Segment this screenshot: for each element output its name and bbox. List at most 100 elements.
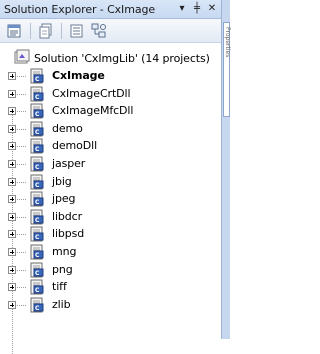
- project-label: demoDll: [52, 139, 98, 153]
- cpp-project-icon: C: [29, 297, 45, 313]
- expand-collapse-button[interactable]: [8, 300, 16, 309]
- project-node[interactable]: Cjasper: [0, 156, 220, 173]
- cpp-project-icon: C: [29, 103, 45, 119]
- cpp-project-icon: C: [29, 262, 45, 278]
- project-node[interactable]: Czlib: [0, 297, 220, 314]
- window-title: Solution Explorer - CxImage: [4, 2, 156, 16]
- properties-icon[interactable]: [6, 22, 24, 40]
- expand-collapse-button[interactable]: [8, 212, 16, 221]
- toolbar-separator: [30, 22, 31, 39]
- project-node[interactable]: C CxImageCrtDll: [0, 86, 220, 103]
- project-node[interactable]: Cjpeg: [0, 191, 220, 208]
- tree-connector: [17, 76, 26, 77]
- cpp-project-icon: C: [29, 191, 45, 207]
- side-tab-properties[interactable]: Properties: [223, 22, 231, 117]
- svg-text:C: C: [35, 182, 40, 189]
- svg-text:C: C: [35, 217, 40, 224]
- svg-text:C: C: [35, 305, 40, 312]
- project-label: libdcr: [52, 209, 83, 223]
- show-all-files-icon[interactable]: [37, 22, 55, 40]
- auto-hide-pin-button[interactable]: ╪: [191, 3, 203, 15]
- solution-root-label: Solution 'CxImgLib' (14 projects): [34, 52, 210, 65]
- project-node[interactable]: Ctiff: [0, 279, 220, 296]
- project-label: jpeg: [52, 192, 76, 206]
- tree-connector: [17, 146, 26, 148]
- svg-text:C: C: [35, 94, 40, 101]
- expand-collapse-button[interactable]: [8, 142, 16, 151]
- project-label: mng: [52, 245, 77, 258]
- expand-collapse-button[interactable]: [8, 195, 16, 204]
- expand-collapse-button[interactable]: [8, 230, 16, 239]
- tree-connector: [17, 287, 26, 289]
- project-node[interactable]: Cpng: [0, 262, 220, 279]
- svg-text:C: C: [35, 199, 40, 206]
- project-label: jbig: [52, 174, 72, 188]
- cpp-project-icon: C: [29, 156, 45, 172]
- tree-connector: [17, 216, 26, 218]
- expand-collapse-button[interactable]: [8, 265, 16, 274]
- tree-connector: [17, 199, 26, 201]
- svg-text:C: C: [35, 287, 40, 294]
- cpp-project-icon: C: [29, 244, 45, 260]
- tree-connector: [17, 93, 26, 95]
- project-label: CxImageCrtDll: [52, 86, 131, 100]
- project-node[interactable]: Cmng: [0, 244, 220, 261]
- project-label: CxImageMfcDll: [52, 104, 134, 118]
- expand-collapse-button[interactable]: [8, 160, 16, 168]
- expand-collapse-button[interactable]: [8, 72, 16, 80]
- cpp-project-icon: C: [29, 174, 45, 190]
- expand-collapse-button[interactable]: [8, 89, 16, 98]
- project-label: CxImage: [52, 69, 105, 82]
- title-bar[interactable]: Solution Explorer - CxImage ▾ ╪ ✕: [0, 0, 221, 19]
- window-position-dropdown-button[interactable]: ▾: [176, 3, 188, 15]
- expand-collapse-button[interactable]: [8, 124, 16, 133]
- tree-connector: [17, 304, 26, 306]
- cpp-project-icon: C: [29, 68, 45, 84]
- project-label: tiff: [52, 280, 67, 294]
- svg-text:C: C: [35, 164, 40, 171]
- expand-collapse-button[interactable]: [8, 283, 16, 292]
- tree-connector: [17, 128, 26, 130]
- solution-icon: [14, 49, 30, 68]
- expand-collapse-button[interactable]: [8, 248, 16, 256]
- project-label: libpsd: [52, 227, 85, 241]
- refresh-icon[interactable]: [68, 22, 86, 40]
- tree-connector: [17, 111, 26, 113]
- svg-text:C: C: [35, 234, 40, 241]
- project-node[interactable]: Cdemo: [0, 121, 220, 138]
- project-node[interactable]: C CxImageMfcDll: [0, 103, 220, 120]
- svg-text:C: C: [35, 129, 40, 136]
- tree-connector: [17, 269, 26, 271]
- close-button[interactable]: ✕: [206, 3, 218, 15]
- side-tab-label: Properties: [224, 27, 231, 58]
- project-node[interactable]: CdemoDll: [0, 138, 220, 155]
- project-label: demo: [52, 121, 83, 135]
- title-buttons: ▾ ╪ ✕: [176, 3, 218, 15]
- cpp-project-icon: C: [29, 86, 45, 102]
- svg-text:C: C: [35, 111, 40, 118]
- project-label: jasper: [52, 157, 86, 170]
- project-label: png: [52, 262, 73, 276]
- tree-connector: [17, 252, 26, 253]
- project-node[interactable]: C CxImage: [0, 68, 220, 85]
- expand-collapse-button[interactable]: [8, 177, 16, 186]
- project-node[interactable]: Cjbig: [0, 174, 220, 191]
- cpp-project-icon: C: [29, 279, 45, 295]
- solution-root-node[interactable]: Solution 'CxImgLib' (14 projects): [14, 49, 210, 68]
- project-label: zlib: [52, 297, 71, 311]
- cpp-project-icon: C: [29, 138, 45, 154]
- toolbar: [0, 19, 221, 43]
- expand-collapse-button[interactable]: [8, 107, 16, 116]
- toolbar-separator: [61, 22, 62, 39]
- cpp-project-icon: C: [29, 209, 45, 225]
- svg-text:C: C: [35, 146, 40, 153]
- solution-explorer-panel: Solution Explorer - CxImage ▾ ╪ ✕ Soluti…: [0, 0, 231, 354]
- project-node[interactable]: Clibdcr: [0, 209, 220, 226]
- project-node[interactable]: Clibpsd: [0, 226, 220, 243]
- cpp-project-icon: C: [29, 226, 45, 242]
- cpp-project-icon: C: [29, 121, 45, 137]
- view-class-diagram-icon[interactable]: [90, 22, 108, 40]
- svg-text:C: C: [35, 270, 40, 277]
- tree-connector: [17, 164, 26, 165]
- svg-text:C: C: [35, 252, 40, 259]
